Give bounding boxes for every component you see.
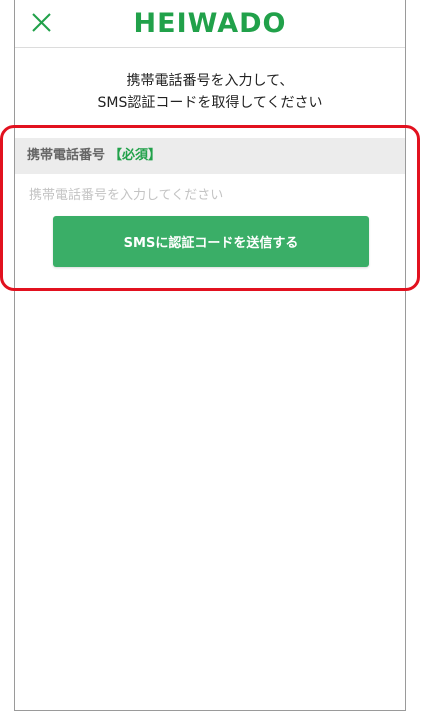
phone-field-label-text: 携帯電話番号 — [27, 148, 106, 163]
required-badge: 【必須】 — [109, 148, 162, 163]
heiwado-logo: HEIWADO — [133, 8, 287, 39]
close-button[interactable] — [27, 8, 57, 38]
instruction-line-2: SMS認証コードを取得してください — [97, 95, 323, 111]
app-screen: HEIWADO 携帯電話番号を入力して、 SMS認証コードを取得してください 携… — [14, 0, 406, 711]
header: HEIWADO — [15, 0, 405, 48]
phone-number-input[interactable] — [15, 176, 405, 214]
phone-field-label-bar: 携帯電話番号 【必須】 — [15, 138, 405, 174]
instruction-text: 携帯電話番号を入力して、 SMS認証コードを取得してください — [15, 70, 405, 114]
close-icon — [32, 13, 51, 32]
phone-field-label: 携帯電話番号 【必須】 — [27, 138, 161, 174]
instruction-line-1: 携帯電話番号を入力して、 — [126, 73, 294, 89]
send-sms-code-button[interactable]: SMSに認証コードを送信する — [53, 216, 369, 267]
